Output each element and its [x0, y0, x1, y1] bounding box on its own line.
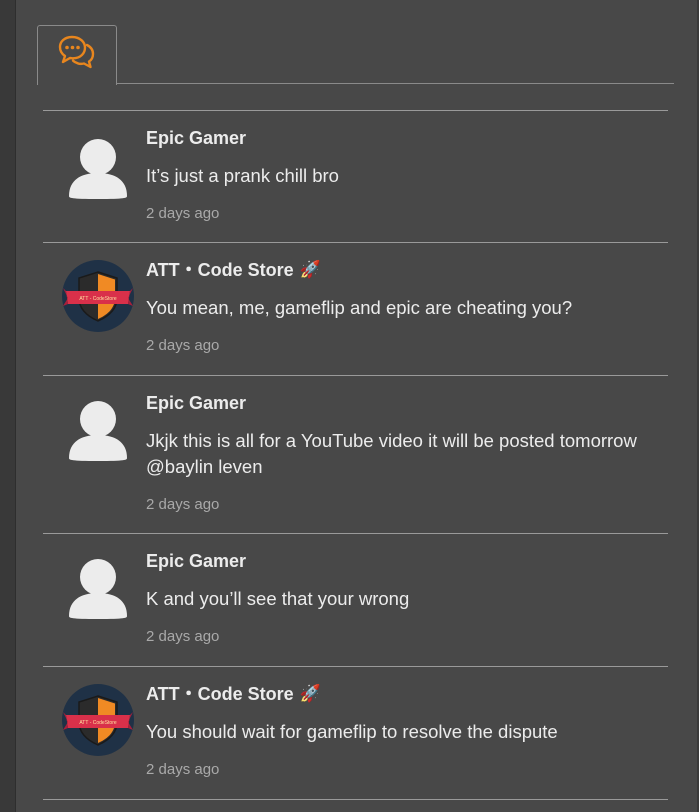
comment-body: ATT・Code Store 🚀 You mean, me, gameflip an… — [146, 259, 658, 355]
comment-timestamp: 2 days ago — [146, 496, 220, 513]
author-name[interactable]: Epic Gamer — [146, 392, 246, 414]
comment-item: ATT - CodeStore ATT・Code Store 🚀 You mean, … — [43, 243, 668, 376]
comment-body: Epic Gamer K and you’ll see that your wro… — [146, 550, 658, 646]
store-logo-avatar[interactable]: ATT - CodeStore — [62, 260, 134, 332]
comment-item: Epic Gamer It’s just a prank chill bro 2 d… — [43, 111, 668, 243]
store-logo-avatar[interactable]: ATT - CodeStore — [62, 684, 134, 756]
comment-author[interactable]: ATT・Code Store 🚀 — [146, 259, 658, 281]
comment-body: Epic Gamer Jkjk this is all for a YouTube… — [146, 392, 658, 514]
comment-text: K and you’ll see that your wrong — [146, 588, 410, 609]
tab-bar — [37, 25, 674, 85]
user-avatar[interactable] — [62, 134, 134, 206]
comment-text: You mean, me, gameflip and epic are chea… — [146, 297, 573, 318]
comment-timestamp: 2 days ago — [146, 761, 220, 778]
tab-comments[interactable] — [37, 25, 117, 85]
author-name[interactable]: Epic Gamer — [146, 127, 246, 149]
comment-body: ATT・Code Store 🚀 You should wait for gamef… — [146, 683, 658, 779]
user-avatar[interactable] — [62, 396, 134, 468]
comment-author[interactable]: Epic Gamer — [146, 127, 658, 149]
comment-item: Epic Gamer Jkjk this is all for a YouTube… — [43, 376, 668, 534]
left-panel-edge — [0, 0, 16, 812]
logo-text: ATT - CodeStore — [79, 296, 117, 302]
comment-text: You should wait for gameflip to resolve … — [146, 721, 558, 742]
comment-author[interactable]: Epic Gamer — [146, 550, 658, 572]
chat-bubbles-icon — [57, 33, 97, 78]
author-name[interactable]: ATT・Code Store — [146, 683, 294, 705]
comment-list: Epic Gamer It’s just a prank chill bro 2 d… — [43, 110, 668, 800]
rocket-icon: 🚀 — [299, 260, 321, 279]
user-avatar[interactable] — [62, 554, 134, 626]
comment-text: Jkjk this is all for a YouTube video it … — [146, 430, 637, 477]
comment-text: It’s just a prank chill bro — [146, 165, 339, 186]
comment-timestamp: 2 days ago — [146, 205, 220, 222]
comment-body: Epic Gamer It’s just a prank chill bro 2 d… — [146, 127, 658, 223]
comment-timestamp: 2 days ago — [146, 337, 220, 354]
author-name[interactable]: ATT・Code Store — [146, 259, 294, 281]
comment-author[interactable]: ATT・Code Store 🚀 — [146, 683, 658, 705]
comment-item: ATT - CodeStore ATT・Code Store 🚀 You should… — [43, 667, 668, 800]
author-name[interactable]: Epic Gamer — [146, 550, 246, 572]
comment-timestamp: 2 days ago — [146, 628, 220, 645]
comment-author[interactable]: Epic Gamer — [146, 392, 658, 414]
comment-item: Epic Gamer K and you’ll see that your wro… — [43, 534, 668, 667]
rocket-icon: 🚀 — [299, 684, 321, 703]
logo-text: ATT - CodeStore — [79, 720, 117, 726]
